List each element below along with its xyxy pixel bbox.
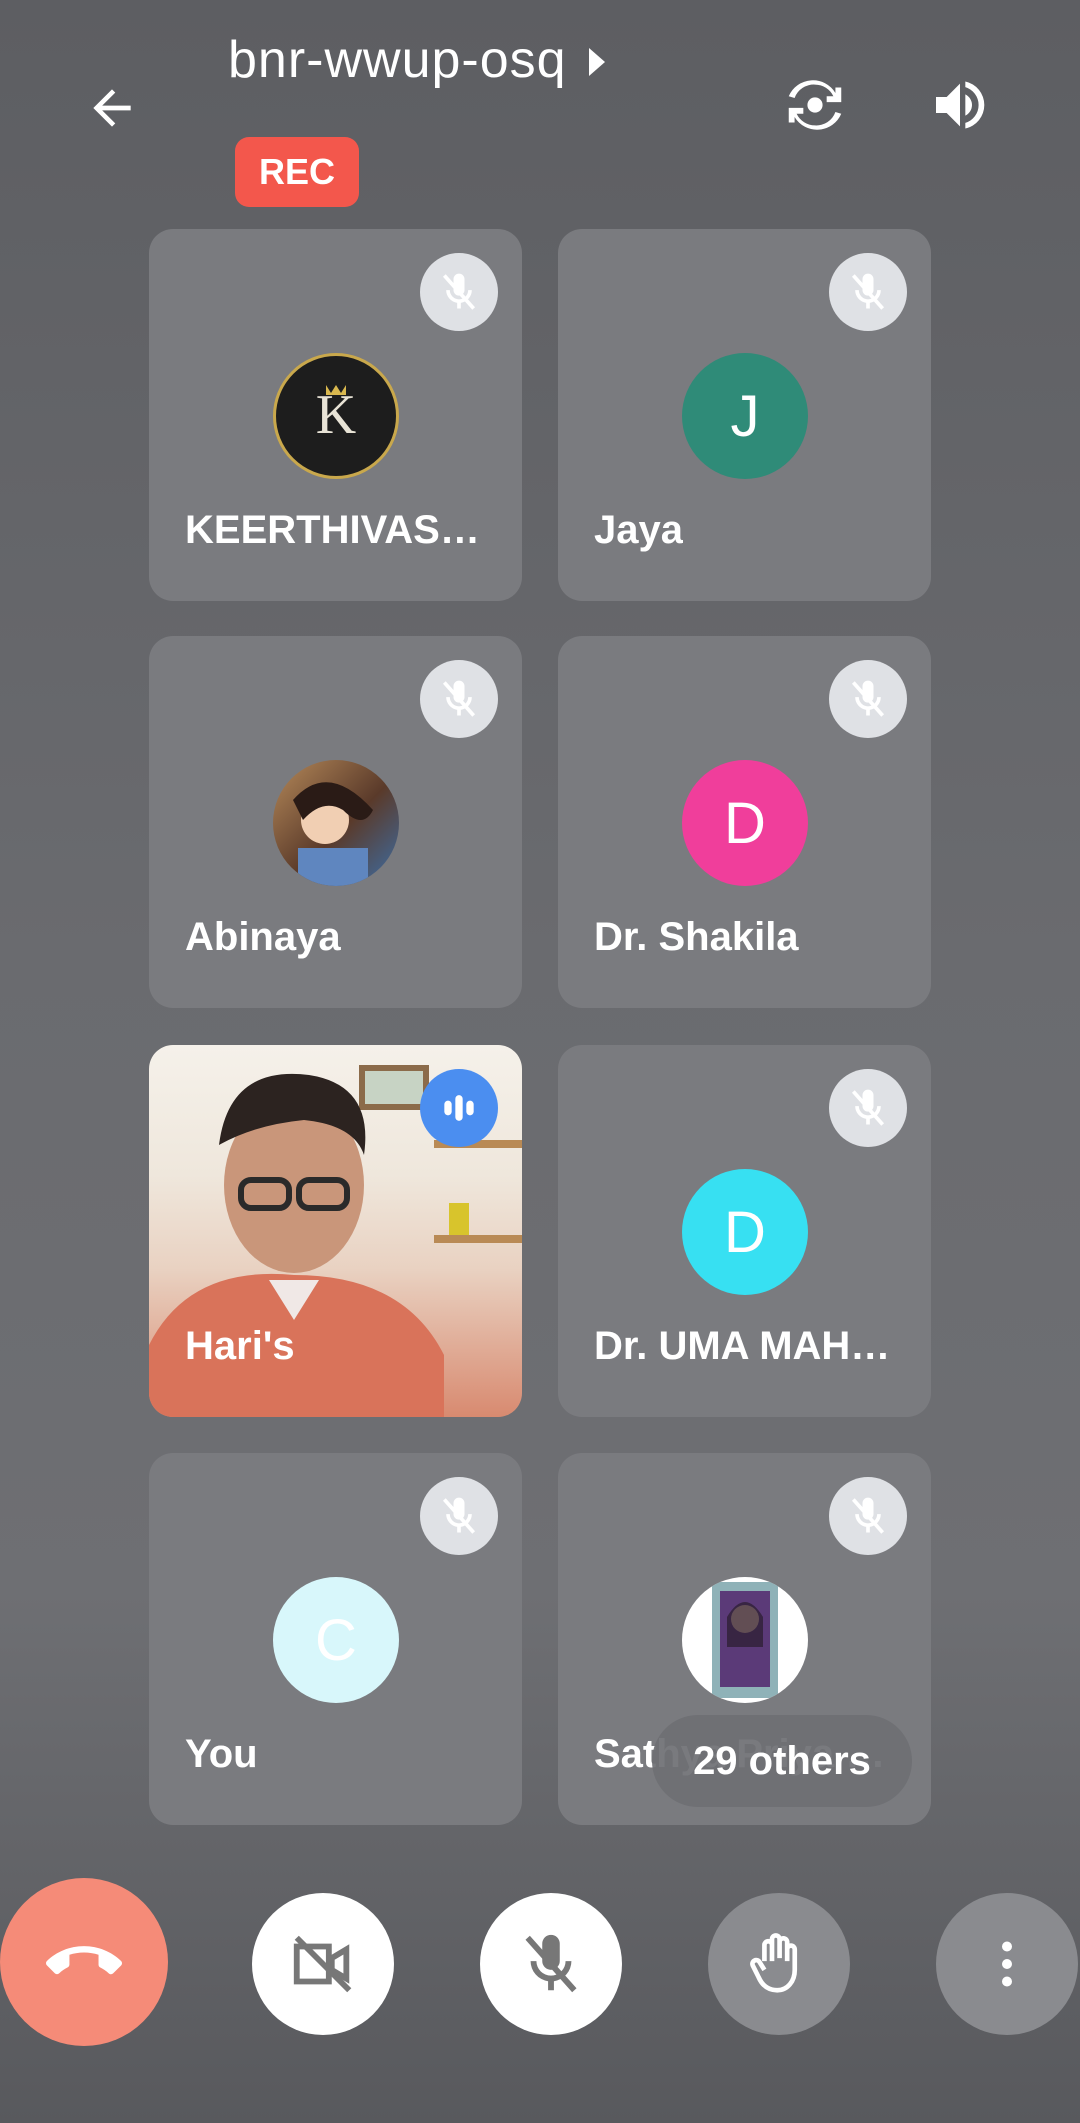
- avatar-logo-image: K: [273, 353, 399, 479]
- mic-off-icon: [829, 660, 907, 738]
- arrow-back-icon: [93, 89, 131, 127]
- volume-up-icon: [936, 81, 985, 129]
- participant-name: Abinaya: [185, 915, 341, 959]
- avatar-letter: D: [682, 1169, 808, 1295]
- raise-hand-button[interactable]: [708, 1893, 850, 2035]
- mic-off-icon: [420, 1477, 498, 1555]
- caret-right-icon: [588, 48, 605, 76]
- recording-badge: REC: [235, 137, 359, 207]
- avatar-letter: D: [682, 760, 808, 886]
- mic-off-icon: [525, 1934, 577, 1993]
- switch-camera-button[interactable]: [770, 60, 860, 150]
- mic-off-icon: [420, 660, 498, 738]
- end-call-button[interactable]: [0, 1878, 168, 2046]
- end-call-icon: [46, 1946, 122, 1975]
- avatar-letter: C: [273, 1577, 399, 1703]
- participant-name: Jaya: [594, 508, 683, 552]
- back-button[interactable]: [72, 68, 152, 148]
- participant-tile-self[interactable]: C You: [149, 1453, 522, 1825]
- mic-off-icon: [829, 1477, 907, 1555]
- participant-tile[interactable]: Abinaya: [149, 636, 522, 1008]
- others-count-button[interactable]: 29 others: [652, 1715, 912, 1807]
- participant-name: Hari's: [185, 1324, 295, 1368]
- participant-tile[interactable]: D Dr. Shakila: [558, 636, 931, 1008]
- participant-tile[interactable]: J Jaya: [558, 229, 931, 601]
- participant-tile[interactable]: D Dr. UMA MAHE…: [558, 1045, 931, 1417]
- raise-hand-icon: [750, 1933, 798, 1993]
- participant-name: KEERTHIVASA…: [185, 508, 500, 552]
- more-options-button[interactable]: [936, 1893, 1078, 2035]
- meeting-code: bnr-wwup-osq: [228, 31, 567, 89]
- participant-tile[interactable]: K KEERTHIVASA…: [149, 229, 522, 601]
- speaker-button[interactable]: [915, 60, 1005, 150]
- participant-name: Dr. Shakila: [594, 915, 799, 959]
- mic-toggle-button[interactable]: [480, 1893, 622, 2035]
- participant-tile-video[interactable]: Hari's: [149, 1045, 522, 1417]
- more-vert-icon: [1002, 1941, 1012, 1987]
- mic-off-icon: [829, 253, 907, 331]
- switch-camera-icon: [788, 80, 842, 130]
- meeting-title-button[interactable]: bnr-wwup-osq: [228, 30, 605, 90]
- participant-name: Dr. UMA MAHE…: [594, 1324, 909, 1368]
- camera-off-icon: [293, 1935, 352, 1993]
- avatar-photo: [273, 760, 399, 886]
- mic-off-icon: [420, 253, 498, 331]
- top-bar: bnr-wwup-osq REC: [0, 0, 1080, 230]
- speaking-indicator-icon: [420, 1069, 498, 1147]
- camera-toggle-button[interactable]: [252, 1893, 394, 2035]
- participant-name: You: [185, 1732, 258, 1776]
- mic-off-icon: [829, 1069, 907, 1147]
- avatar-letter: J: [682, 353, 808, 479]
- avatar-photo: [682, 1577, 808, 1703]
